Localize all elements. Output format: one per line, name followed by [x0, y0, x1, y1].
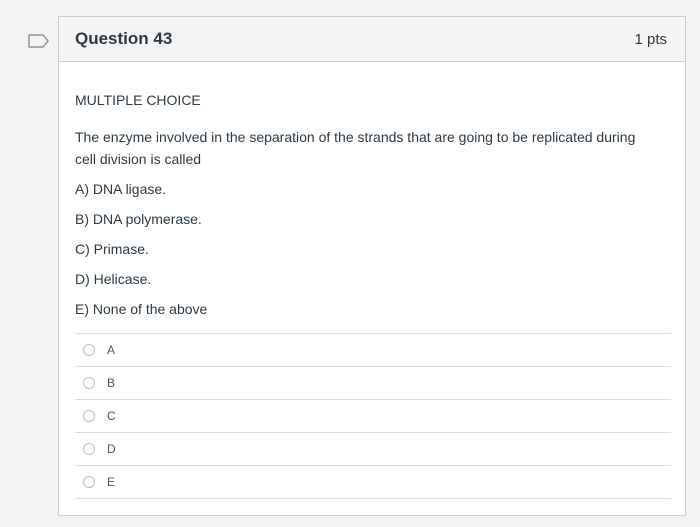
answer-label-b[interactable]: B — [107, 376, 115, 390]
radio-button-c[interactable] — [83, 410, 95, 422]
question-title: Question 43 — [75, 29, 173, 48]
choice-text-a: A) DNA ligase. — [75, 181, 167, 197]
question-body: MULTIPLE CHOICE The enzyme involved in t… — [59, 62, 685, 318]
answer-option-a[interactable]: A — [75, 333, 671, 366]
answer-label-c[interactable]: C — [107, 409, 116, 423]
choice-text-b: B) DNA polymerase. — [75, 211, 202, 227]
question-points: 1 pts — [634, 30, 667, 48]
answer-options: A B C D E — [75, 333, 671, 499]
answer-label-d[interactable]: D — [107, 442, 116, 456]
radio-button-b[interactable] — [83, 377, 95, 389]
answer-option-b[interactable]: B — [75, 366, 671, 399]
answer-option-d[interactable]: D — [75, 432, 671, 465]
answer-label-a[interactable]: A — [107, 343, 115, 357]
answer-option-c[interactable]: C — [75, 399, 671, 432]
question-card: Question 43 1 pts MULTIPLE CHOICE The en… — [58, 16, 686, 516]
question-header: Question 43 1 pts — [59, 17, 685, 62]
choice-text-d: D) Helicase. — [75, 271, 152, 287]
radio-button-a[interactable] — [83, 344, 95, 356]
radio-button-e[interactable] — [83, 476, 95, 488]
flag-question-icon[interactable] — [28, 34, 50, 48]
answer-label-e[interactable]: E — [107, 475, 115, 489]
question-stem: The enzyme involved in the separation of… — [75, 129, 636, 167]
choice-text-c: C) Primase. — [75, 241, 149, 257]
radio-button-d[interactable] — [83, 443, 95, 455]
question-type-label: MULTIPLE CHOICE — [75, 92, 201, 108]
answer-option-e[interactable]: E — [75, 465, 671, 499]
choice-text-e: E) None of the above — [75, 301, 208, 317]
